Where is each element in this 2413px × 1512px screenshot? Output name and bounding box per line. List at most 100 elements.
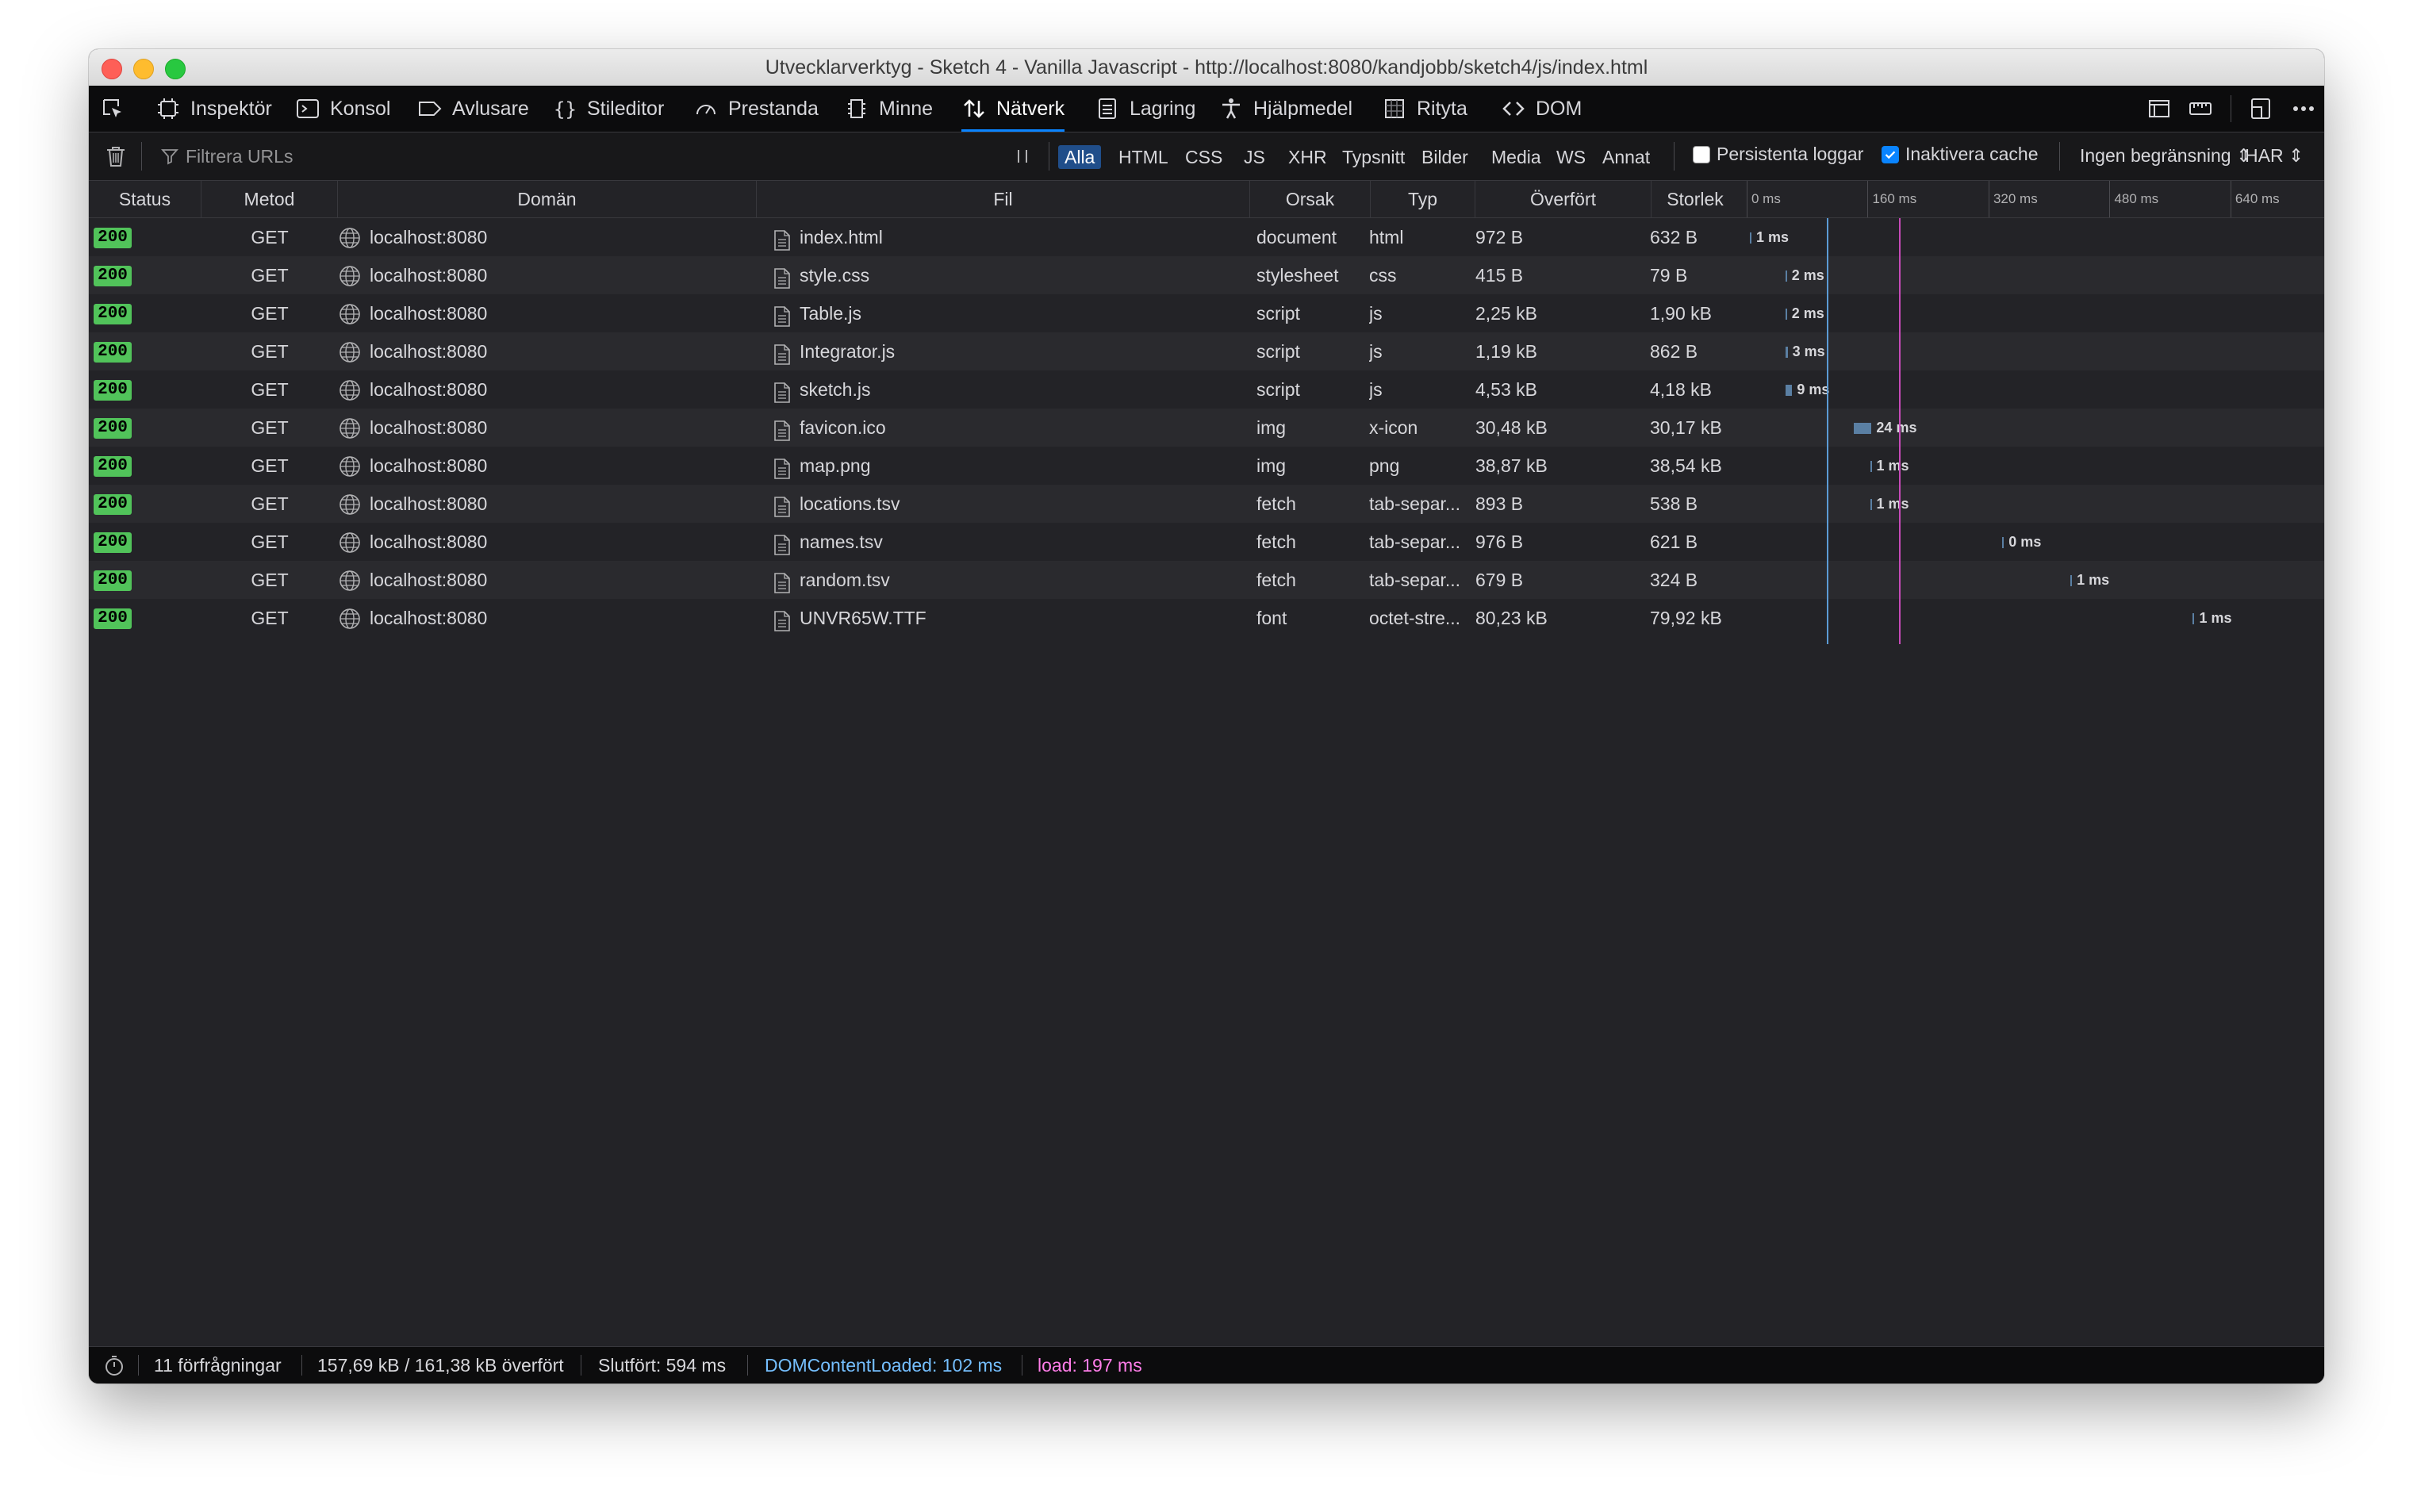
file-cell: names.tsv [757, 523, 1250, 561]
status-cell: 200 [89, 561, 201, 599]
tab-canvas[interactable]: Rityta [1382, 86, 1467, 132]
column-header-size[interactable]: Storlek [1652, 181, 1739, 217]
waterfall-timing-label: 1 ms [2077, 572, 2110, 588]
tab-network[interactable]: Nätverk [961, 86, 1065, 132]
persist-logs-checkbox[interactable]: Persistenta loggar [1693, 144, 1863, 165]
domain-text: localhost:8080 [370, 227, 488, 248]
filter-type-js[interactable]: JS [1237, 145, 1272, 169]
tab-debugger[interactable]: Avlusare [417, 86, 529, 132]
status-badge: 200 [94, 532, 132, 553]
dom-content-loaded-time: DOMContentLoaded: 102 ms [765, 1355, 1003, 1376]
filter-type-all[interactable]: Alla [1058, 145, 1102, 169]
status-badge: 200 [94, 342, 132, 363]
responsive-design-icon [2146, 100, 2172, 125]
filter-type-other[interactable]: Annat [1596, 145, 1656, 169]
file-cell: UNVR65W.TTF [757, 599, 1250, 637]
request-row[interactable]: 200 GET localhost:8080 UNVR65W.TTF font octet… [89, 599, 2324, 637]
filter-type-ws[interactable]: WS [1550, 145, 1592, 169]
tab-style-editor[interactable]: {} Stileditor [552, 86, 664, 132]
title-bar: Utvecklarverktyg - Sketch 4 - Vanilla Ja… [89, 49, 2324, 86]
transferred-cell: 1,19 kB [1475, 341, 1537, 362]
tab-label: Stileditor [587, 97, 665, 120]
status-bar: 11 förfrågningar 157,69 kB / 161,38 kB ö… [89, 1346, 2324, 1383]
dock-options-button[interactable] [2248, 96, 2273, 121]
size-cell: 324 B [1650, 570, 1698, 590]
waterfall-timing-label: 0 ms [2008, 534, 2042, 550]
cause-cell: font [1256, 608, 1287, 628]
waterfall-bar [1853, 423, 1872, 434]
size-cell: 4,18 kB [1650, 379, 1712, 400]
request-row[interactable]: 200 GET localhost:8080 Table.js script js 2,25… [89, 294, 2324, 332]
filter-urls-input[interactable]: Filtrera URLs [160, 140, 1080, 172]
request-row[interactable]: 200 GET localhost:8080 Integrator.js script j… [89, 332, 2324, 370]
domain-cell: localhost:8080 [338, 256, 757, 294]
tab-dom[interactable]: DOM [1501, 86, 1582, 132]
domain-cell: localhost:8080 [338, 370, 757, 409]
globe-icon [338, 377, 362, 401]
status-cell: 200 [89, 485, 201, 523]
file-icon [773, 226, 792, 251]
file-cell: Table.js [757, 294, 1250, 332]
column-header-cause[interactable]: Orsak [1250, 181, 1371, 217]
type-cell: js [1369, 303, 1383, 324]
request-row[interactable]: 200 GET localhost:8080 random.tsv fetch tab-s… [89, 561, 2324, 599]
devtools-toolbar: Inspektör Konsol Avlusare {} Stileditor … [89, 86, 2324, 132]
filter-type-images[interactable]: Bilder [1415, 145, 1475, 169]
filter-type-xhr[interactable]: XHR [1282, 145, 1333, 169]
request-row[interactable]: 200 GET localhost:8080 favicon.ico img x-icon… [89, 409, 2324, 447]
globe-icon [338, 491, 362, 515]
filter-type-media[interactable]: Media [1485, 145, 1548, 169]
request-row[interactable]: 200 GET localhost:8080 index.html document ht… [89, 218, 2324, 256]
request-row[interactable]: 200 GET localhost:8080 locations.tsv fetch ta… [89, 485, 2324, 523]
ruler-button[interactable] [2188, 96, 2213, 121]
waterfall-bar [1870, 461, 1872, 472]
dom-content-loaded-marker [1827, 218, 1829, 644]
responsive-design-button[interactable] [2146, 96, 2172, 121]
domain-text: localhost:8080 [370, 532, 488, 552]
column-header-method[interactable]: Metod [201, 181, 338, 217]
request-row[interactable]: 200 GET localhost:8080 names.tsv fetch tab-se… [89, 523, 2324, 561]
more-options-button[interactable] [2291, 96, 2316, 121]
cause-cell: script [1256, 303, 1300, 324]
filter-type-css[interactable]: CSS [1179, 145, 1229, 169]
clear-requests-button[interactable] [103, 144, 129, 169]
throttling-select[interactable]: Ingen begränsning ⇕ [2080, 145, 2251, 167]
devtools-window: Utvecklarverktyg - Sketch 4 - Vanilla Ja… [89, 49, 2324, 1383]
cause-cell: fetch [1256, 570, 1296, 590]
filter-type-html[interactable]: HTML [1112, 145, 1175, 169]
filter-type-fonts[interactable]: Typsnitt [1336, 145, 1411, 169]
disable-cache-checkbox[interactable]: Inaktivera cache [1882, 144, 2038, 165]
har-menu-button[interactable]: HAR ⇕ [2245, 145, 2304, 167]
request-row[interactable]: 200 GET localhost:8080 sketch.js script js 4,5… [89, 370, 2324, 409]
tab-memory[interactable]: Minne [844, 86, 933, 132]
column-header-file[interactable]: Fil [757, 181, 1250, 217]
file-cell: random.tsv [757, 561, 1250, 599]
waterfall-bar [1750, 232, 1751, 244]
tab-console[interactable]: Konsol [295, 86, 390, 132]
file-name: index.html [800, 227, 883, 248]
request-row[interactable]: 200 GET localhost:8080 style.css stylesheet c… [89, 256, 2324, 294]
tab-storage[interactable]: Lagring [1095, 86, 1195, 132]
column-header-type[interactable]: Typ [1371, 181, 1475, 217]
column-header-status[interactable]: Status [89, 181, 201, 217]
globe-icon [338, 224, 362, 248]
column-header-domain[interactable]: Domän [338, 181, 757, 217]
waterfall-tick-line [2109, 181, 2111, 217]
file-icon [773, 607, 792, 631]
column-header-transferred[interactable]: Överfört [1475, 181, 1652, 217]
tab-inspector[interactable]: Inspektör [155, 86, 272, 132]
performance-analysis-button[interactable] [103, 1354, 125, 1376]
file-icon [773, 416, 792, 441]
transferred-cell: 2,25 kB [1475, 303, 1537, 324]
tab-performance[interactable]: Prestanda [693, 86, 819, 132]
cause-cell: img [1256, 417, 1287, 438]
pause-recording-button[interactable] [1011, 144, 1034, 169]
element-picker-button[interactable] [100, 86, 135, 132]
tab-accessibility[interactable]: Hjälpmedel [1218, 86, 1352, 132]
status-cell: 200 [89, 599, 201, 637]
request-row[interactable]: 200 GET localhost:8080 map.png img png 38,87 k… [89, 447, 2324, 485]
waterfall-timing-label: 1 ms [1876, 458, 1909, 474]
file-name: style.css [800, 265, 870, 286]
waterfall-timing-label: 9 ms [1797, 382, 1830, 397]
footer-separator [138, 1355, 139, 1376]
